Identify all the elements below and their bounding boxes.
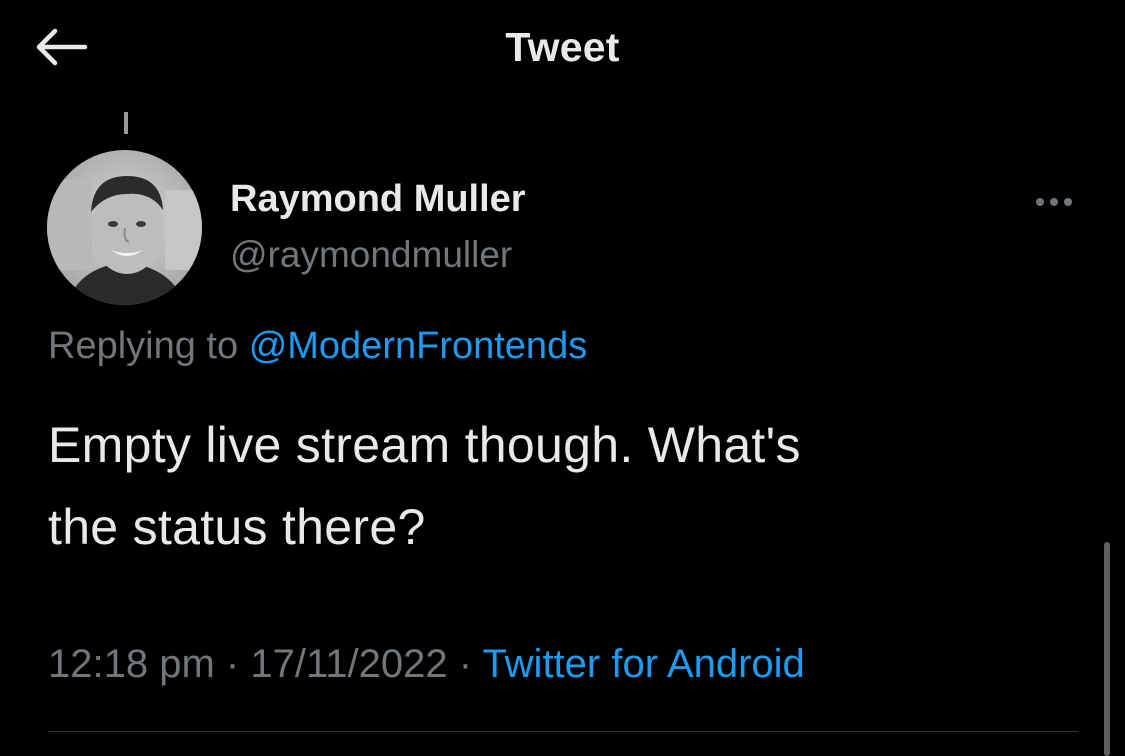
replying-to-mention-link[interactable]: @ModernFrontends	[249, 325, 588, 367]
tweet-source-link[interactable]: Twitter for Android	[482, 642, 804, 686]
tweet-text-line: the status there?	[48, 499, 426, 555]
author-display-name[interactable]: Raymond Muller	[230, 178, 526, 221]
tweet-metadata: 12:18 pm · 17/11/2022 · Twitter for Andr…	[48, 642, 805, 687]
scrollbar[interactable]	[1104, 542, 1110, 756]
more-options-button[interactable]	[1024, 182, 1084, 222]
author-handle[interactable]: @raymondmuller	[230, 234, 512, 276]
profile-photo	[47, 150, 202, 305]
page-title: Tweet	[505, 24, 620, 70]
replying-to-line: Replying to @ModernFrontends	[48, 325, 587, 368]
more-horizontal-icon-dot	[1050, 198, 1058, 206]
tweet-text: Empty live stream though. What's the sta…	[48, 404, 1048, 568]
more-horizontal-icon-dot	[1064, 198, 1072, 206]
more-horizontal-icon	[1036, 198, 1044, 206]
meta-separator: ·	[458, 642, 473, 686]
replying-to-label: Replying to	[48, 325, 239, 367]
thread-connector-line	[124, 112, 128, 134]
tweet-date: 17/11/2022	[250, 642, 448, 686]
meta-separator: ·	[225, 642, 240, 686]
top-bar: Tweet	[0, 0, 1125, 100]
avatar[interactable]	[47, 150, 202, 305]
tweet-time: 12:18 pm	[48, 642, 215, 686]
divider	[48, 731, 1078, 732]
tweet-text-line: Empty live stream though. What's	[48, 417, 801, 473]
